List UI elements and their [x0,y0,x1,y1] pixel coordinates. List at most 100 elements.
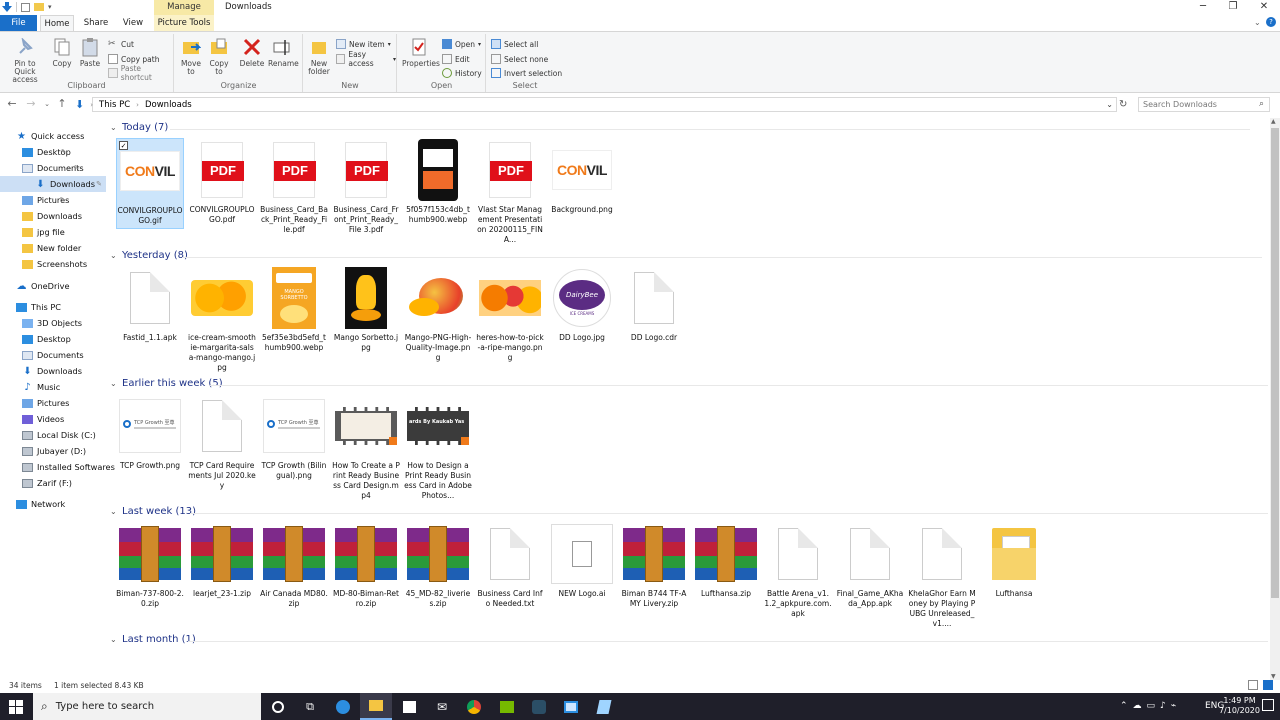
close-button[interactable]: ✕ [1249,0,1279,15]
group-header[interactable]: ⌄ Yesterday (8) [110,250,188,261]
pin-icon[interactable]: ✎ [96,180,102,188]
window-app-icon[interactable] [555,693,587,720]
delete-button[interactable]: Delete [239,36,265,68]
file-item[interactable]: CONVIL Background.png [548,138,616,215]
file-item[interactable]: TCP Growth 至尊 TCP Growth.png [116,394,184,471]
sidebar-item[interactable]: Desktop ✎ [22,144,71,160]
edit-button[interactable]: Edit [442,53,470,65]
file-item[interactable]: ✓ CONVIL CONVILGROUPLOGO.gif [116,138,184,229]
help-icon[interactable]: ? [1266,17,1276,27]
notepad-icon[interactable] [588,693,620,720]
app-dark-icon[interactable] [523,693,555,720]
sidebar-item[interactable]: Installed Softwares [22,459,115,475]
vertical-scrollbar[interactable]: ▲ ▼ [1270,118,1280,680]
sidebar-item[interactable]: Desktop [22,331,71,347]
sidebar-item[interactable]: ⬇ Downloads ✎ [0,176,106,192]
mail-icon[interactable]: ✉ [426,693,458,720]
sidebar-item[interactable]: ♪ Music [22,379,60,395]
file-item[interactable] [116,650,184,680]
copy-button[interactable]: Copy [50,36,74,68]
search-icon[interactable]: ⌕ [1259,99,1264,109]
properties-check-icon[interactable] [21,2,30,12]
sidebar-item[interactable]: Screenshots [22,256,87,272]
taskbar-clock[interactable]: 1:49 PM 7/10/2020 [1219,696,1260,716]
pin-quick-access-button[interactable]: Pin to Quick access [3,36,47,84]
move-to-button[interactable]: Move to [179,36,203,76]
sidebar-item[interactable]: New folder [22,240,81,256]
cortana-icon[interactable] [262,693,294,720]
group-header[interactable]: ⌄ Last month (1) [110,634,196,645]
easy-access-button[interactable]: Easy access ▾ [336,50,396,68]
recent-locations-icon[interactable]: ⌄ [40,100,54,108]
sidebar-item[interactable]: Local Disk (C:) [22,427,96,443]
sidebar-item[interactable]: Documents [22,347,84,363]
sidebar-item[interactable]: ★ Quick access [16,128,84,144]
file-item[interactable]: MANGO SORBETTO 5ef35e3bd5efd_thumb900.web… [260,266,328,353]
scroll-down-icon[interactable]: ▼ [1271,673,1276,680]
pin-icon[interactable]: ✎ [74,164,80,172]
select-all-button[interactable]: Select all [491,38,538,50]
search-input[interactable]: Search Downloads [1138,97,1270,112]
taskbar-search[interactable]: ⌕ Type here to search [33,693,261,720]
refresh-icon[interactable]: ↻ [1119,99,1127,110]
address-bar[interactable]: ⬇ › This PC › Downloads ⌄ [75,97,1117,112]
file-item[interactable]: ice-cream-smoothie-margarita-salsa-mango… [188,266,256,373]
address-dropdown-icon[interactable]: ⌄ [1106,100,1113,109]
up-arrow-icon[interactable]: ↑ [55,97,69,110]
cut-button[interactable]: ✂ Cut [108,38,134,50]
notifications-icon[interactable] [1262,699,1274,711]
breadcrumb-downloads[interactable]: Downloads [145,100,192,110]
details-view-icon[interactable] [1248,680,1258,690]
breadcrumb-this-pc[interactable]: This PC [99,100,130,110]
sidebar-item[interactable]: Network [16,496,65,512]
tab-picture-tools[interactable]: Picture Tools [154,15,214,31]
tab-share[interactable]: Share [80,15,112,31]
file-item[interactable]: 5f057f153c4db_thumb900.webp [404,138,472,225]
file-item[interactable]: Air Canada MD80.zip [260,522,328,609]
file-item[interactable]: heres-how-to-pick-a-ripe-mango.png [476,266,544,363]
task-view-icon[interactable]: ⧉ [294,693,326,720]
file-item[interactable]: Battle Arena_v1.1.2_apkpure.com.apk [764,522,832,619]
chevron-down-icon[interactable]: ⌄ [110,507,118,516]
sidebar-item[interactable]: Downloads [22,208,82,224]
edge-icon[interactable] [327,693,359,720]
sidebar-item[interactable]: Pictures [22,395,69,411]
history-button[interactable]: History [442,67,482,79]
file-item[interactable]: NEW Logo.ai [548,522,616,599]
tab-view[interactable]: View [118,15,148,31]
paste-shortcut-button[interactable]: Paste shortcut [108,64,173,82]
file-item[interactable]: Mango-PNG-High-Quality-Image.png [404,266,472,363]
large-icons-view-icon[interactable] [1263,680,1273,690]
forward-arrow-icon[interactable]: → [24,97,38,110]
pin-icon[interactable]: ✎ [60,196,66,204]
file-item[interactable]: Business Card Info Needed.txt [476,522,544,609]
file-item[interactable]: KhelaGhor Earn Money by Playing PUBG Unr… [908,522,976,629]
file-item[interactable]: Biman B744 TF-AMY Livery.zip [620,522,688,609]
tab-home[interactable]: Home [40,15,74,31]
file-item[interactable]: PDF Business_Card_Front_Print_Ready_File … [332,138,400,235]
sidebar-item[interactable]: Documents ✎ [22,160,84,176]
minimize-button[interactable]: ─ [1188,0,1218,15]
rename-button[interactable]: Rename [268,36,299,68]
new-item-button[interactable]: New item ▾ [336,38,391,50]
tab-file[interactable]: File [0,15,37,31]
select-none-button[interactable]: Select none [491,53,548,65]
paste-button[interactable]: Paste [78,36,102,68]
sidebar-item[interactable]: This PC [16,299,61,315]
file-item[interactable]: Mango Sorbetto.jpg [332,266,400,353]
file-item[interactable]: Lufthansa.zip [692,522,760,599]
copy-to-button[interactable]: Copy to [207,36,231,76]
new-folder-small-icon[interactable] [34,3,44,11]
file-item[interactable]: DairyBee ICE CREAMS DD Logo.jpg [548,266,616,343]
sidebar-item[interactable]: Jubayer (D:) [22,443,86,459]
new-folder-button[interactable]: New folder [306,36,332,76]
file-item[interactable]: PDF CONVILGROUPLOGO.pdf [188,138,256,225]
open-button[interactable]: Open ▾ [442,38,481,50]
file-item[interactable]: TCP Growth 至尊 TCP Growth (Bilingual).png [260,394,328,481]
sidebar-item[interactable]: Pictures ✎ [22,192,69,208]
nvidia-icon[interactable] [491,693,523,720]
back-arrow-icon[interactable]: ← [5,97,19,110]
file-item[interactable]: 45_MD-82_liveries.zip [404,522,472,609]
file-item[interactable]: PDF Business_Card_Back_Print_Ready_File.p… [260,138,328,235]
sidebar-item[interactable]: ☁ OneDrive [16,278,70,294]
